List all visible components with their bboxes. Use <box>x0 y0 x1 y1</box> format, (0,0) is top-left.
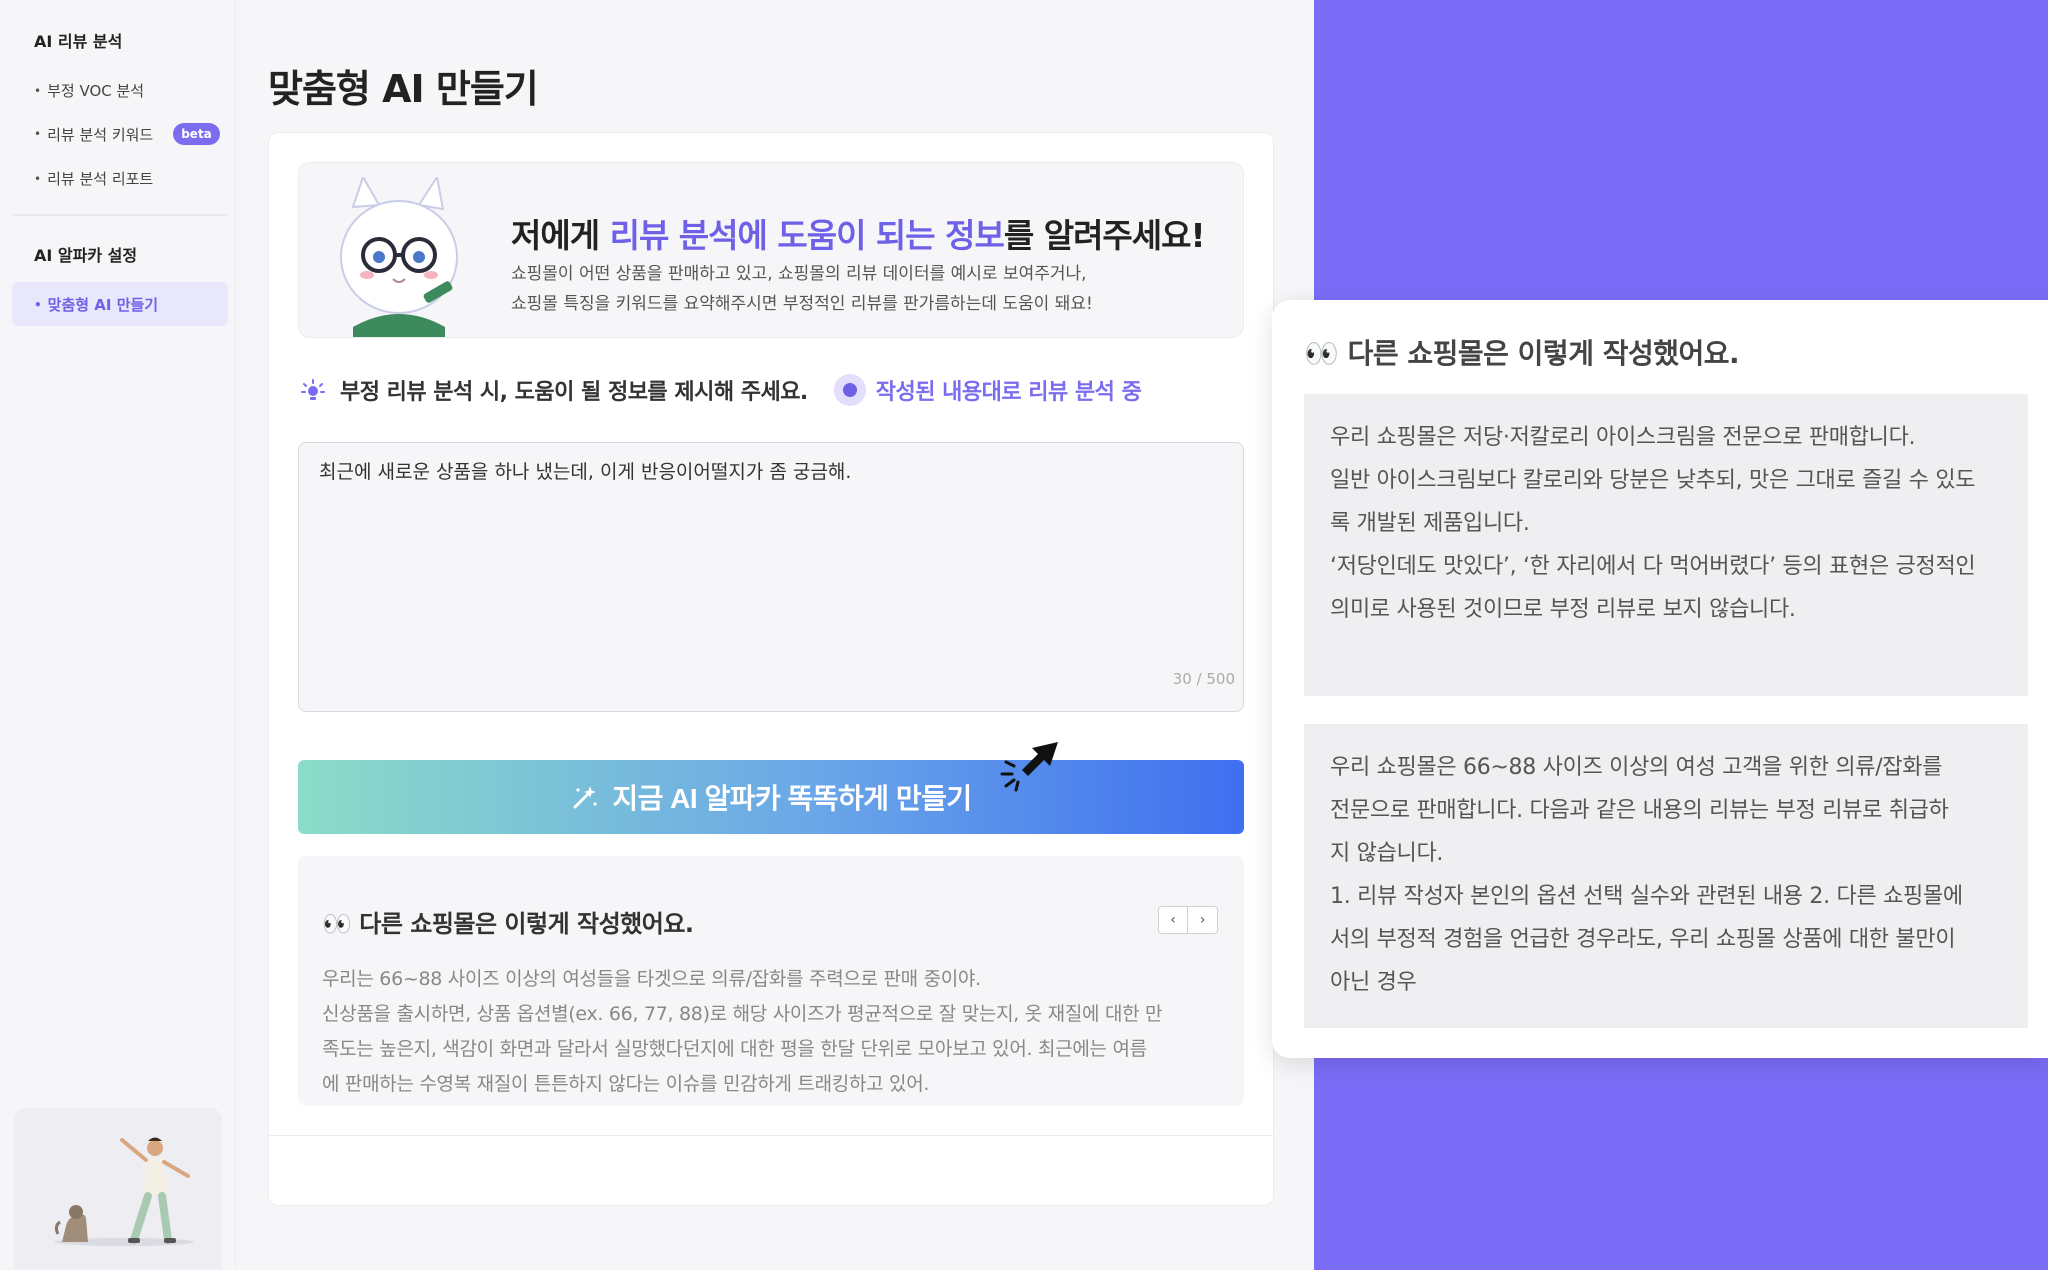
example-card-line: 우리 쇼핑몰은 66~88 사이즈 이상의 여성 고객을 위한 의류/잡화를 <box>1330 755 1943 780</box>
example-card-line: 서의 부정적 경험을 언급한 경우라도, 우리 쇼핑몰 상품에 대한 불만이 <box>1330 927 1956 952</box>
prompt-label: 부정 리뷰 분석 시, 도움이 될 정보를 제시해 주세요. <box>340 380 808 405</box>
info-textarea[interactable]: 최근에 새로운 상품을 하나 냈는데, 이게 반응이어떨지가 좀 궁금해. <box>298 442 1244 712</box>
intro-title-part1: 저에게 <box>511 216 610 255</box>
sidebar: AI 리뷰 분석 • 부정 VOC 분석 • 리뷰 분석 키워드 beta • … <box>0 0 236 1270</box>
sidebar-item-label: 부정 VOC 분석 <box>47 82 145 100</box>
examples-line: 족도는 높은지, 색감이 화면과 달라서 실망했다던지에 대한 평을 한달 단위… <box>322 1038 1147 1060</box>
intro-desc-line: 쇼핑몰이 어떤 상품을 판매하고 있고, 쇼핑몰의 리뷰 데이터를 예시로 보여… <box>511 264 1087 284</box>
analysis-mode-label[interactable]: 작성된 내용대로 리뷰 분석 중 <box>876 374 1142 406</box>
example-card-line: 의미로 사용된 것이므로 부정 리뷰로 보지 않습니다. <box>1330 597 1796 622</box>
bullet-icon: • <box>34 297 42 312</box>
magic-wand-icon <box>570 782 600 812</box>
sidebar-illustration <box>14 1108 222 1270</box>
examples-popup: 👀 다른 쇼핑몰은 이렇게 작성했어요. 우리 쇼핑몰은 저당·저칼로리 아이스… <box>1272 300 2048 1058</box>
prev-arrow-icon[interactable]: ‹ <box>1158 906 1188 934</box>
card-footer-divider <box>269 1135 1273 1136</box>
sidebar-section-alpaca-settings: AI 알파카 설정 <box>34 246 138 265</box>
example-card-1: 우리 쇼핑몰은 저당·저칼로리 아이스크림을 전문으로 판매합니다. 일반 아이… <box>1304 394 2028 696</box>
sidebar-item-label: 리뷰 분석 리포트 <box>47 170 154 188</box>
examples-panel: 👀 다른 쇼핑몰은 이렇게 작성했어요. ‹ › 우리는 66~88 사이즈 이… <box>298 856 1244 1106</box>
examples-line: 우리는 66~88 사이즈 이상의 여성들을 타겟으로 의류/잡화를 주력으로 … <box>322 968 981 990</box>
train-ai-button[interactable]: 지금 AI 알파카 똑똑하게 만들기 <box>298 760 1244 834</box>
popup-title: 👀 다른 쇼핑몰은 이렇게 작성했어요. <box>1304 337 1740 370</box>
train-ai-button-label: 지금 AI 알파카 똑똑하게 만들기 <box>612 783 972 814</box>
bullet-icon: • <box>34 171 42 186</box>
sidebar-section-review-analysis: AI 리뷰 분석 <box>34 32 123 51</box>
sidebar-item-label: 리뷰 분석 키워드 <box>47 125 154 144</box>
intro-description: 쇼핑몰이 어떤 상품을 판매하고 있고, 쇼핑몰의 리뷰 데이터를 예시로 보여… <box>511 259 1093 319</box>
page-title: 맞춤형 AI 만들기 <box>268 67 539 111</box>
examples-line: 신상품을 출시하면, 상품 옵션별(ex. 66, 77, 88)로 해당 사이… <box>322 1003 1163 1025</box>
prompt-row: 부정 리뷰 분석 시, 도움이 될 정보를 제시해 주세요. 작성된 내용대로 … <box>300 372 1142 408</box>
sidebar-item-review-keywords[interactable]: • 리뷰 분석 키워드 beta <box>34 123 220 145</box>
lightbulb-icon <box>300 377 326 403</box>
example-card-line: 우리 쇼핑몰은 저당·저칼로리 아이스크림을 전문으로 판매합니다. <box>1330 425 1916 450</box>
intro-banner: 저에게 리뷰 분석에 도움이 되는 정보를 알려주세요! 쇼핑몰이 어떤 상품을… <box>298 162 1244 338</box>
examples-pagination: ‹ › <box>1158 906 1218 934</box>
example-card-line: 록 개발된 제품입니다. <box>1330 511 1530 536</box>
intro-title-highlight: 리뷰 분석에 도움이 되는 정보 <box>609 216 1005 255</box>
next-arrow-icon[interactable]: › <box>1188 906 1218 934</box>
bullet-icon: • <box>34 127 42 141</box>
example-card-line: 1. 리뷰 작성자 본인의 옵션 선택 실수와 관련된 내용 2. 다른 쇼핑몰… <box>1330 884 1963 909</box>
sidebar-item-custom-ai[interactable]: • 맞춤형 AI 만들기 <box>34 294 158 315</box>
intro-desc-line: 쇼핑몰 특징을 키워드를 요약해주시면 부정적인 리뷰를 판가름하는데 도움이 … <box>511 294 1093 314</box>
example-card-line: 전문으로 판매합니다. 다음과 같은 내용의 리뷰는 부정 리뷰로 취급하 <box>1330 798 1949 823</box>
example-card-line: 아닌 경우 <box>1330 970 1417 995</box>
examples-text: 우리는 66~88 사이즈 이상의 여성들을 타겟으로 의류/잡화를 주력으로 … <box>322 962 1232 1102</box>
examples-title: 👀 다른 쇼핑몰은 이렇게 작성했어요. <box>322 910 694 938</box>
analysis-mode-radio[interactable] <box>833 374 866 406</box>
alpaca-mascot-icon <box>340 177 458 337</box>
person-with-dog-illustration <box>54 1137 194 1246</box>
sidebar-divider <box>12 214 228 216</box>
sidebar-item-negative-voc[interactable]: • 부정 VOC 분석 <box>34 80 144 101</box>
examples-line: 에 판매하는 수영복 재질이 튼튼하지 않다는 이슈를 민감하게 트래킹하고 있… <box>322 1073 930 1095</box>
intro-title-part2: 를 알려주세요! <box>1003 216 1206 255</box>
bullet-icon: • <box>34 83 42 98</box>
example-card-2: 우리 쇼핑몰은 66~88 사이즈 이상의 여성 고객을 위한 의류/잡화를 전… <box>1304 724 2028 1028</box>
example-card-line: 일반 아이스크림보다 칼로리와 당분은 낮추되, 맛은 그대로 즐길 수 있도 <box>1330 468 1976 493</box>
char-count: 30 / 500 <box>1172 670 1235 688</box>
example-card-line: ‘저당인데도 맛있다’, ‘한 자리에서 다 먹어버렸다’ 등의 표현은 긍정적… <box>1330 554 1976 579</box>
example-card-line: 지 않습니다. <box>1330 841 1444 866</box>
sidebar-item-review-report[interactable]: • 리뷰 분석 리포트 <box>34 168 153 189</box>
sidebar-item-label: 맞춤형 AI 만들기 <box>47 296 159 314</box>
beta-badge: beta <box>173 123 220 145</box>
cursor-click-icon <box>1000 742 1058 792</box>
intro-title: 저에게 리뷰 분석에 도움이 되는 정보를 알려주세요! <box>511 209 1206 257</box>
